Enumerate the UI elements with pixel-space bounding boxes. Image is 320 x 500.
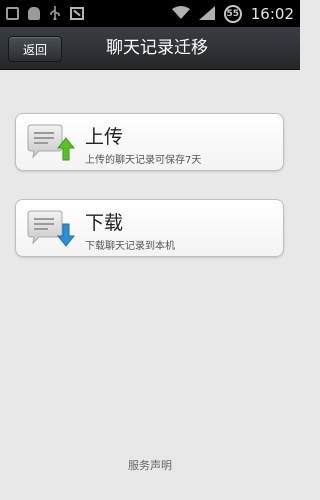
signal-icon	[198, 5, 215, 22]
status-bar: 55 16:02	[0, 0, 300, 27]
upload-title: 上传	[85, 126, 124, 148]
android-icon	[28, 7, 40, 20]
back-button[interactable]: 返回	[8, 36, 62, 62]
wifi-icon	[171, 6, 190, 21]
download-description: 下载聊天记录到本机	[85, 241, 175, 252]
status-left-icons	[6, 5, 84, 22]
image-icon	[70, 7, 84, 20]
title-bar: 聊天记录迁移 返回	[0, 27, 300, 70]
battery-icon: 55	[223, 4, 242, 23]
message-icon	[6, 7, 19, 20]
download-title: 下载	[85, 212, 124, 234]
upload-option[interactable]: 上传 上传的聊天记录可保存7天	[15, 113, 284, 171]
upload-chat-icon	[25, 124, 76, 164]
service-statement-link[interactable]: 服务声明	[0, 457, 300, 473]
upload-description: 上传的聊天记录可保存7天	[85, 155, 202, 166]
download-option[interactable]: 下载 下载聊天记录到本机	[15, 199, 284, 257]
usb-icon	[49, 5, 61, 22]
status-right-icons: 55 16:02	[171, 4, 294, 23]
clock: 16:02	[250, 4, 294, 23]
download-chat-icon	[25, 210, 76, 250]
